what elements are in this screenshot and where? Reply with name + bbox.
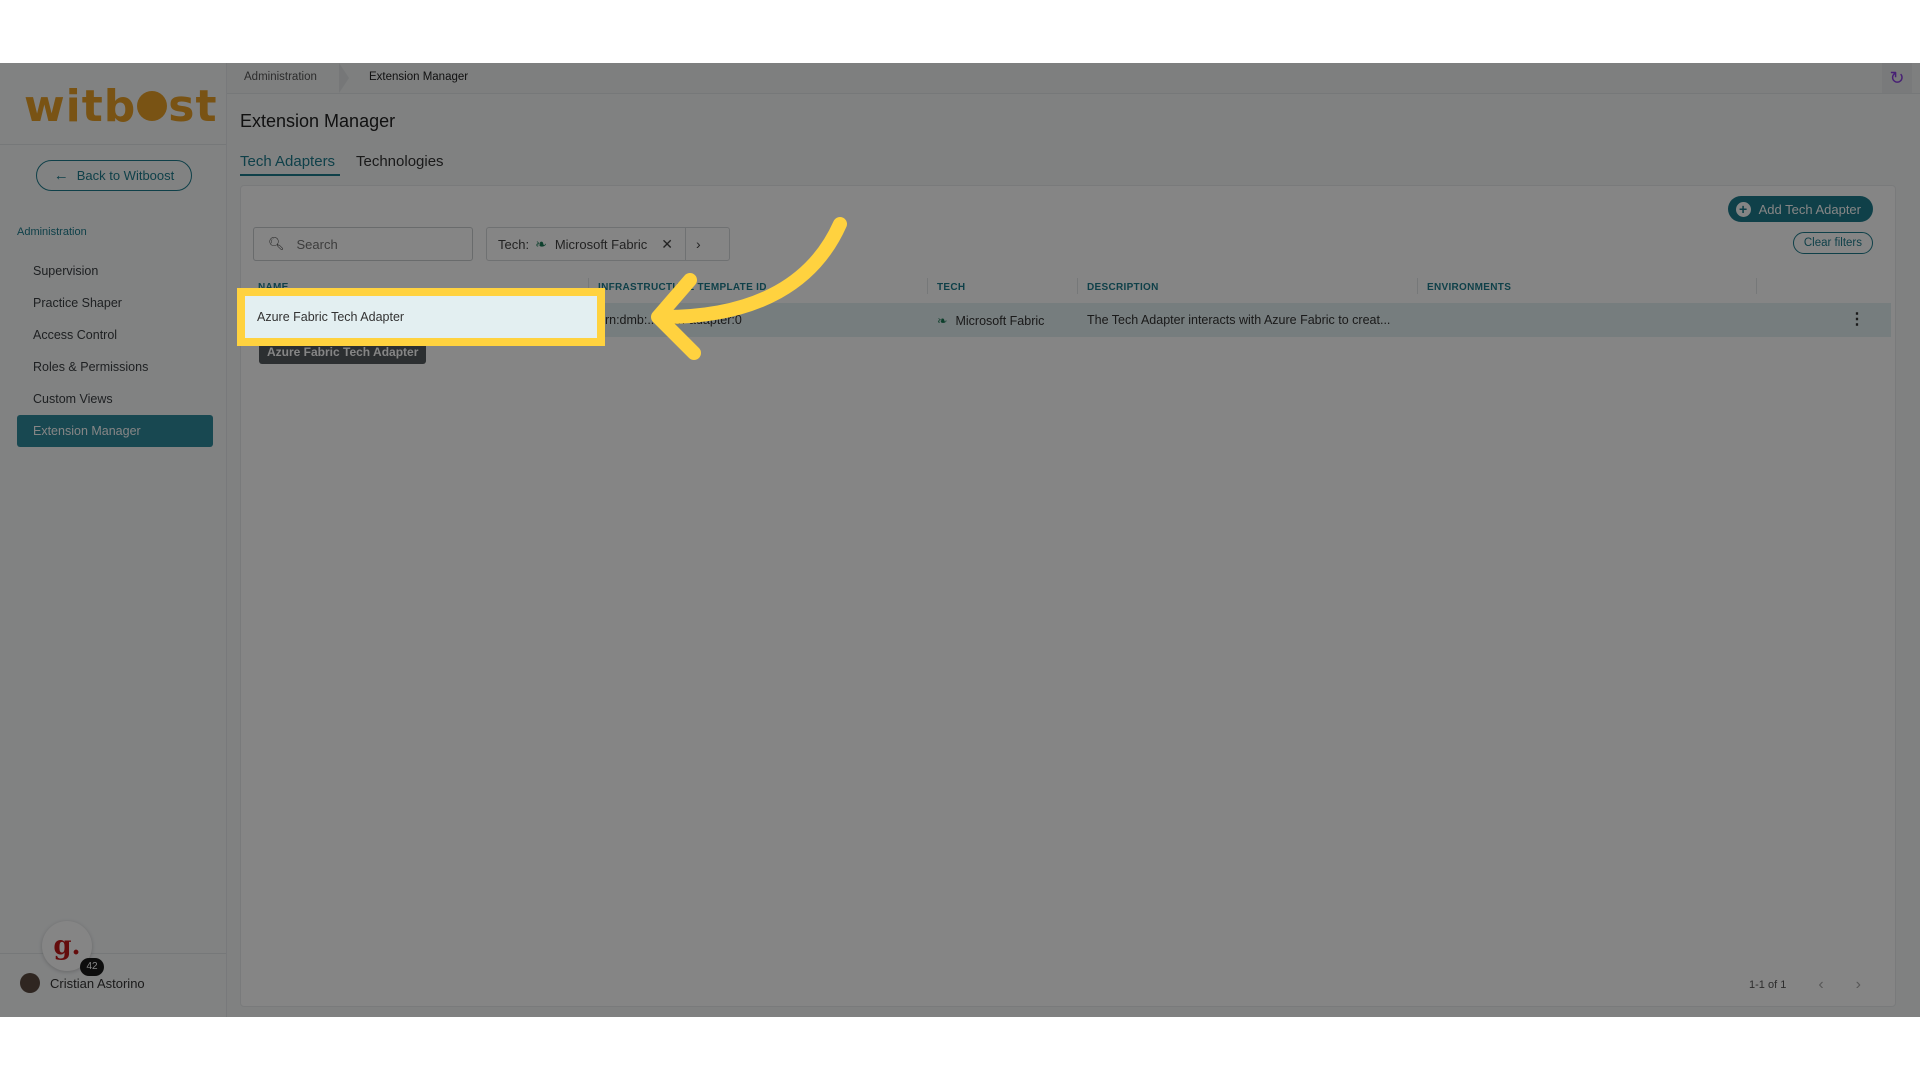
tutorial-overlay bbox=[0, 63, 1920, 1017]
pointer-arrow-icon bbox=[651, 217, 847, 360]
highlight-frame bbox=[237, 288, 605, 346]
